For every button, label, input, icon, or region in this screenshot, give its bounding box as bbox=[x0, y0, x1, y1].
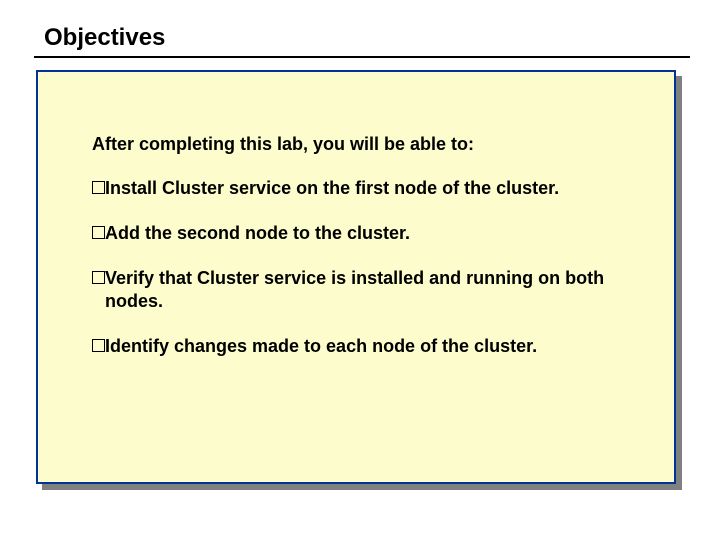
title-underline bbox=[34, 56, 690, 58]
bullet-text: Identify changes made to each node of th… bbox=[105, 335, 642, 358]
bullet-item: Add the second node to the cluster. bbox=[92, 222, 642, 245]
content-panel: After completing this lab, you will be a… bbox=[36, 70, 676, 484]
bullet-text: Install Cluster service on the first nod… bbox=[105, 177, 642, 200]
square-bullet-icon bbox=[92, 181, 105, 194]
square-bullet-icon bbox=[92, 339, 105, 352]
bullet-item: Verify that Cluster service is installed… bbox=[92, 267, 642, 313]
slide: Objectives After completing this lab, yo… bbox=[0, 0, 720, 540]
bullet-text: Add the second node to the cluster. bbox=[105, 222, 642, 245]
square-bullet-icon bbox=[92, 226, 105, 239]
square-bullet-icon bbox=[92, 271, 105, 284]
bullet-item: Install Cluster service on the first nod… bbox=[92, 177, 642, 200]
slide-title: Objectives bbox=[44, 24, 165, 52]
bullet-item: Identify changes made to each node of th… bbox=[92, 335, 642, 358]
intro-text: After completing this lab, you will be a… bbox=[92, 134, 642, 155]
bullet-text: Verify that Cluster service is installed… bbox=[105, 267, 642, 313]
